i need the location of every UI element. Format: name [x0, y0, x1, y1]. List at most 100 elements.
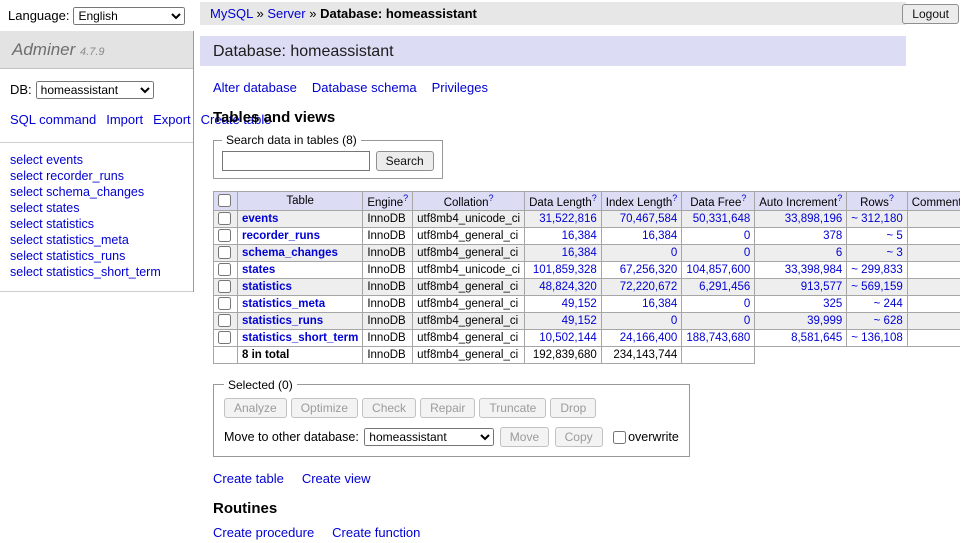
checkbox-events[interactable] [218, 212, 231, 225]
db-select[interactable]: homeassistant [36, 81, 154, 99]
data-length-schema-changes[interactable]: 16,384 [562, 247, 597, 259]
data-free-recorder-runs[interactable]: 0 [744, 230, 750, 242]
data-length-statistics[interactable]: 48,824,320 [539, 281, 597, 293]
data-free-statistics[interactable]: 6,291,456 [699, 281, 750, 293]
auto-increment-states[interactable]: 33,398,984 [785, 264, 843, 276]
move-button[interactable]: Move [500, 427, 549, 447]
data-length-statistics-runs[interactable]: 49,152 [562, 315, 597, 327]
sidebar-select-schema-changes[interactable]: select schema_changes [10, 184, 183, 200]
sidebar-select-statistics-meta[interactable]: select statistics_meta [10, 232, 183, 248]
index-length-statistics-meta[interactable]: 16,384 [642, 298, 677, 310]
breadcrumb-server[interactable]: Server [267, 6, 305, 21]
sidebar-select-statistics[interactable]: select statistics [10, 216, 183, 232]
index-length-states[interactable]: 67,256,320 [620, 264, 678, 276]
rows-statistics-runs[interactable]: ~ 628 [874, 315, 903, 327]
data-length-states[interactable]: 101,859,328 [533, 264, 597, 276]
data-free-statistics-short-term[interactable]: 188,743,680 [686, 332, 750, 344]
data-free-statistics-meta[interactable]: 0 [744, 298, 750, 310]
table-link-states[interactable]: states [242, 264, 275, 276]
table-link-recorder-runs[interactable]: recorder_runs [242, 230, 320, 242]
checkbox-statistics[interactable] [218, 280, 231, 293]
sidebar-select-statistics-runs[interactable]: select statistics_runs [10, 248, 183, 264]
search-input[interactable] [222, 151, 370, 171]
auto-increment-statistics-meta[interactable]: 325 [823, 298, 842, 310]
index-length-statistics-short-term[interactable]: 24,166,400 [620, 332, 678, 344]
rows-recorder-runs[interactable]: ~ 5 [886, 230, 902, 242]
data-length-events[interactable]: 31,522,816 [539, 213, 597, 225]
sidebar-select-events[interactable]: select events [10, 152, 183, 168]
rows-events[interactable]: ~ 312,180 [851, 213, 902, 225]
checkbox-statistics-runs[interactable] [218, 314, 231, 327]
rows-statistics-meta[interactable]: ~ 244 [874, 298, 903, 310]
auto-increment-statistics-short-term[interactable]: 8,581,645 [791, 332, 842, 344]
auto-increment-events[interactable]: 33,898,196 [785, 213, 843, 225]
help-rows-icon[interactable]: ? [889, 193, 894, 203]
help-engine-icon[interactable]: ? [403, 193, 408, 203]
data-free-events[interactable]: 50,331,648 [693, 213, 751, 225]
checkbox-statistics-meta[interactable] [218, 297, 231, 310]
table-link-statistics-short-term[interactable]: statistics_short_term [242, 332, 358, 344]
create-procedure-link[interactable]: Create procedure [213, 525, 314, 540]
sidebar-link-import[interactable]: Import [106, 112, 143, 127]
drop-button[interactable]: Drop [550, 398, 596, 418]
help-data-length-icon[interactable]: ? [592, 193, 597, 203]
help-data-free-icon[interactable]: ? [741, 193, 746, 203]
rows-states[interactable]: ~ 299,833 [851, 264, 902, 276]
table-link-statistics[interactable]: statistics [242, 281, 292, 293]
data-free-states[interactable]: 104,857,600 [686, 264, 750, 276]
sidebar-link-sql-command[interactable]: SQL command [10, 112, 96, 127]
sidebar-link-export[interactable]: Export [153, 112, 191, 127]
data-length-statistics-meta[interactable]: 49,152 [562, 298, 597, 310]
auto-increment-recorder-runs[interactable]: 378 [823, 230, 842, 242]
analyze-button[interactable]: Analyze [224, 398, 287, 418]
index-length-statistics[interactable]: 72,220,672 [620, 281, 678, 293]
rows-statistics-short-term[interactable]: ~ 136,108 [851, 332, 902, 344]
create-view-link[interactable]: Create view [302, 471, 371, 486]
auto-increment-statistics[interactable]: 913,577 [801, 281, 843, 293]
move-db-select[interactable]: homeassistant [364, 428, 494, 446]
logout-button[interactable]: Logout [902, 4, 959, 24]
language-select[interactable]: English [73, 7, 185, 25]
auto-increment-schema-changes[interactable]: 6 [836, 247, 842, 259]
table-link-statistics-runs[interactable]: statistics_runs [242, 315, 323, 327]
help-index-length-icon[interactable]: ? [672, 193, 677, 203]
index-length-schema-changes[interactable]: 0 [671, 247, 677, 259]
help-collation-icon[interactable]: ? [488, 193, 493, 203]
sidebar-select-recorder-runs[interactable]: select recorder_runs [10, 168, 183, 184]
index-length-events[interactable]: 70,467,584 [620, 213, 678, 225]
auto-increment-statistics-runs[interactable]: 39,999 [807, 315, 842, 327]
sidebar-action-links: SQL commandImportExportCreate table [0, 107, 193, 143]
checkbox-recorder-runs[interactable] [218, 229, 231, 242]
checkbox-statistics-short-term[interactable] [218, 331, 231, 344]
action-database-schema[interactable]: Database schema [312, 80, 417, 95]
data-free-schema-changes[interactable]: 0 [744, 247, 750, 259]
table-link-statistics-meta[interactable]: statistics_meta [242, 298, 325, 310]
sidebar-select-states[interactable]: select states [10, 200, 183, 216]
create-table-link[interactable]: Create table [213, 471, 284, 486]
check-button[interactable]: Check [362, 398, 416, 418]
data-length-statistics-short-term[interactable]: 10,502,144 [539, 332, 597, 344]
index-length-recorder-runs[interactable]: 16,384 [642, 230, 677, 242]
rows-statistics[interactable]: ~ 569,159 [851, 281, 902, 293]
table-link-events[interactable]: events [242, 213, 278, 225]
data-free-statistics-runs[interactable]: 0 [744, 315, 750, 327]
repair-button[interactable]: Repair [420, 398, 475, 418]
action-privileges[interactable]: Privileges [432, 80, 488, 95]
overwrite-checkbox[interactable] [613, 431, 626, 444]
optimize-button[interactable]: Optimize [291, 398, 358, 418]
checkbox-states[interactable] [218, 263, 231, 276]
help-auto-increment-icon[interactable]: ? [837, 193, 842, 203]
search-button[interactable]: Search [376, 151, 434, 171]
action-alter-database[interactable]: Alter database [213, 80, 297, 95]
index-length-statistics-runs[interactable]: 0 [671, 315, 677, 327]
create-function-link[interactable]: Create function [332, 525, 420, 540]
checkbox-schema-changes[interactable] [218, 246, 231, 259]
sidebar-select-statistics-short-term[interactable]: select statistics_short_term [10, 264, 183, 280]
table-link-schema-changes[interactable]: schema_changes [242, 247, 338, 259]
copy-button[interactable]: Copy [555, 427, 603, 447]
select-all-checkbox[interactable] [218, 194, 231, 207]
data-length-recorder-runs[interactable]: 16,384 [562, 230, 597, 242]
rows-schema-changes[interactable]: ~ 3 [886, 247, 902, 259]
breadcrumb-mysql[interactable]: MySQL [210, 6, 253, 21]
truncate-button[interactable]: Truncate [479, 398, 546, 418]
